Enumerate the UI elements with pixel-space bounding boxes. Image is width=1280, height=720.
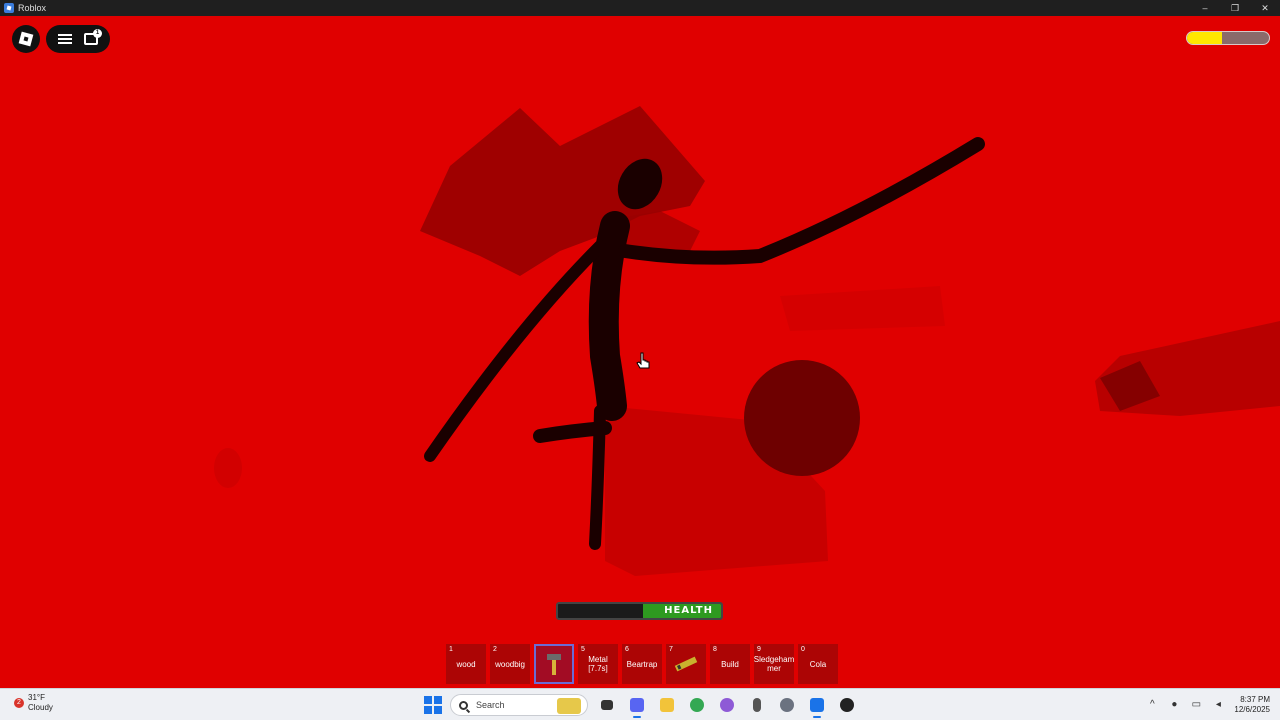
copilot-icon[interactable] — [716, 694, 738, 716]
health-label: HEALTH — [664, 605, 713, 616]
roblox-taskbar-icon[interactable] — [806, 694, 828, 718]
hotbar-slot[interactable] — [534, 644, 574, 684]
mouse-app-icon[interactable] — [746, 694, 768, 716]
chat-badge: 1 — [93, 29, 102, 38]
hotbar-slot-number: 0 — [801, 646, 805, 653]
clock[interactable]: 8:37 PM 12/6/2025 — [1234, 695, 1270, 715]
weather-widget[interactable]: 2 31°F Cloudy — [14, 693, 53, 713]
faint-blob — [214, 448, 242, 488]
weather-badge: 2 — [14, 698, 24, 708]
hammer-icon — [541, 651, 567, 677]
taskbar-search[interactable]: Search — [450, 694, 588, 716]
inventory-hotbar: 1 wood 2 woodbig 5 Metal [7.7s] 6 Beartrap 7 8 Bui… — [446, 644, 838, 684]
hotbar-slot-number: 8 — [713, 646, 717, 653]
hotbar-slot-number: 7 — [669, 646, 673, 653]
windows-taskbar: 2 31°F Cloudy Search ^ ● ▭ ◂ 8:37 PM 12/… — [0, 688, 1280, 720]
hotbar-slot[interactable]: 1 wood — [446, 644, 486, 684]
hotbar-slot-label: Sledgeham mer — [753, 655, 795, 673]
hotbar-slot-label: Metal [7.7s] — [588, 655, 608, 673]
hotbar-slot-number: 2 — [493, 646, 497, 653]
hotbar-slot-label: Build — [721, 659, 739, 669]
hotbar-slot-label: Cola — [809, 659, 827, 669]
task-view-icon[interactable] — [596, 694, 618, 716]
restore-button[interactable]: ❐ — [1220, 0, 1250, 16]
chevron-up-icon[interactable]: ^ — [1146, 699, 1158, 711]
search-highlight-icon — [557, 698, 581, 714]
hotbar-slot[interactable]: 7 — [666, 644, 706, 684]
clock-time: 8:37 PM — [1240, 695, 1270, 704]
roblox-menu-pill: 1 — [46, 25, 110, 53]
hotbar-slot-number: 6 — [625, 646, 629, 653]
chrome-icon[interactable] — [686, 694, 708, 716]
game-viewport[interactable]: 1 HEALTH 1 wood 2 woodbig 5 Metal [7.7s] 6 Bear… — [0, 16, 1280, 688]
hotbar-slot[interactable]: 2 woodbig — [490, 644, 530, 684]
system-tray: ^ ● ▭ ◂ 8:37 PM 12/6/2025 — [1146, 693, 1270, 717]
hotbar-slot[interactable]: 6 Beartrap — [622, 644, 662, 684]
settings-gear-icon[interactable] — [776, 694, 798, 716]
search-icon — [459, 700, 468, 710]
hotbar-slot[interactable]: 0 Cola — [798, 644, 838, 684]
roblox-app-icon — [4, 3, 14, 13]
sphere — [744, 360, 860, 476]
hand-cursor-icon — [636, 352, 650, 369]
hotbar-slot[interactable]: 9 Sledgeham mer — [754, 644, 794, 684]
hotbar-slot-label: woodbig — [495, 659, 525, 669]
hotbar-slot-label: wood — [456, 659, 476, 669]
chat-icon[interactable]: 1 — [84, 29, 102, 45]
hotbar-slot[interactable]: 8 Build — [710, 644, 750, 684]
hotbar-slot-number: 5 — [581, 646, 585, 653]
roblox-logo-button[interactable] — [12, 25, 40, 53]
health-bar: HEALTH — [556, 602, 723, 620]
discord-icon[interactable] — [626, 694, 648, 718]
search-placeholder: Search — [476, 700, 505, 710]
window-title-bar: Roblox – ❐ ✕ — [0, 0, 1280, 16]
stamina-bar — [1186, 31, 1270, 45]
volume-icon[interactable]: ◂ — [1212, 699, 1224, 711]
drill-icon — [673, 651, 699, 677]
minimize-button[interactable]: – — [1190, 0, 1220, 16]
network-icon[interactable]: ▭ — [1190, 699, 1202, 711]
start-windows-icon[interactable] — [424, 696, 442, 714]
hotbar-slot-number: 9 — [757, 646, 761, 653]
microphone-icon[interactable]: ● — [1168, 699, 1180, 711]
hamburger-menu-icon[interactable] — [58, 34, 72, 44]
hotbar-slot-number: 1 — [449, 646, 453, 653]
close-button[interactable]: ✕ — [1250, 0, 1280, 16]
hotbar-slot-label: Beartrap — [626, 659, 658, 669]
weather-condition: Cloudy — [28, 703, 53, 712]
clock-date: 12/6/2025 — [1234, 705, 1270, 714]
obs-icon[interactable] — [836, 694, 858, 716]
hotbar-slot[interactable]: 5 Metal [7.7s] — [578, 644, 618, 684]
stamina-fill — [1187, 32, 1223, 44]
faint-platform — [780, 286, 945, 331]
file-explorer-icon[interactable] — [656, 694, 678, 716]
weather-temperature: 31°F — [28, 693, 45, 702]
window-title: Roblox — [18, 3, 47, 13]
